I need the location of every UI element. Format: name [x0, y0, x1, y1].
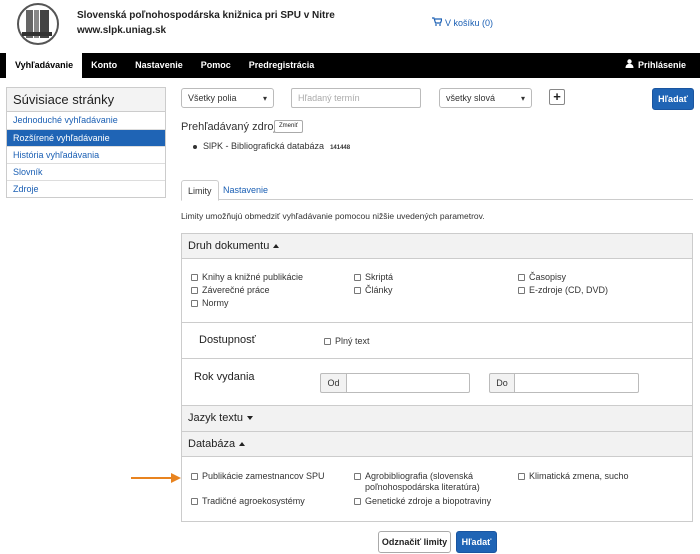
sidebar-title: Súvisiace stránky	[6, 87, 166, 112]
site-url: www.slpk.uniag.sk	[77, 25, 167, 36]
database-option[interactable]: Genetické zdroje a biopotraviny	[354, 496, 491, 507]
doc-type-option[interactable]: Články	[354, 285, 393, 296]
doc-type-option[interactable]: Skriptá	[354, 272, 393, 283]
checkbox[interactable]	[354, 287, 361, 294]
database-option[interactable]: Klimatická zmena, sucho	[518, 471, 629, 482]
source-name: SlPK - Bibliografická databáza	[203, 141, 325, 151]
pointer-arrow-icon	[131, 472, 181, 484]
nav-preregistration[interactable]: Predregistrácia	[240, 53, 324, 78]
library-logo[interactable]	[14, 2, 62, 46]
field-select-value: Všetky polia	[188, 93, 237, 103]
checkbox[interactable]	[518, 473, 525, 480]
nav-settings[interactable]: Nastavenie	[126, 53, 192, 78]
full-text-option[interactable]: Plný text	[324, 336, 370, 347]
checkbox[interactable]	[191, 274, 198, 281]
sidebar-list: Jednoduché vyhľadávanie Rozšírené vyhľad…	[6, 112, 166, 198]
database-option[interactable]: Agrobibliografia (slovenská poľnohospodá…	[354, 471, 504, 493]
checkbox[interactable]	[191, 287, 198, 294]
sidebar: Súvisiace stránky Jednoduché vyhľadávani…	[6, 87, 166, 198]
checkbox[interactable]	[354, 498, 361, 505]
doc-type-option[interactable]: Časopisy	[518, 272, 566, 283]
database-header[interactable]: Databáza	[182, 432, 692, 457]
checkbox[interactable]	[518, 274, 525, 281]
doc-type-option[interactable]: Knihy a knižné publikácie	[191, 272, 303, 283]
search-button[interactable]: Hľadať	[652, 88, 694, 110]
tab-bar: Limity Nastavenie	[181, 180, 693, 201]
login-label: Prihlásenie	[637, 60, 686, 70]
doc-type-option[interactable]: Záverečné práce	[191, 285, 270, 296]
cart-icon	[432, 17, 443, 28]
checkbox[interactable]	[354, 473, 361, 480]
database-title: Databáza	[188, 438, 245, 450]
sidebar-item-sources[interactable]: Zdroje	[7, 180, 165, 197]
source-count: 141448	[330, 145, 351, 151]
year-to-input[interactable]	[515, 373, 639, 393]
year-title: Rok vydania	[194, 371, 255, 383]
login-link[interactable]: Prihlásenie	[625, 53, 686, 78]
site-title: Slovenská poľnohospodárska knižnica pri …	[77, 10, 335, 21]
source-item: SlPK - Bibliografická databáza 141448	[193, 141, 350, 151]
doc-type-title: Druh dokumentu	[188, 240, 279, 252]
doc-type-header[interactable]: Druh dokumentu	[182, 234, 692, 259]
checkbox[interactable]	[191, 473, 198, 480]
cart-link[interactable]: V košíku (0)	[432, 17, 493, 28]
year-from-label: Od	[320, 373, 347, 393]
language-header[interactable]: Jazyk textu	[182, 406, 692, 431]
main-nav: Vyhľadávanie Konto Nastavenie Pomoc Pred…	[0, 53, 700, 78]
change-source-button[interactable]: Zmeniť	[274, 120, 303, 133]
year-from-input[interactable]	[347, 373, 470, 393]
doc-type-option[interactable]: Normy	[191, 298, 229, 309]
source-label: Prehľadávaný zdroj	[181, 121, 276, 133]
checkbox[interactable]	[518, 287, 525, 294]
checkbox[interactable]	[191, 300, 198, 307]
chevron-down-icon: ▾	[520, 94, 525, 103]
sidebar-item-simple-search[interactable]: Jednoduché vyhľadávanie	[7, 112, 165, 129]
checkbox[interactable]	[191, 498, 198, 505]
tab-limits[interactable]: Limity	[181, 180, 219, 201]
language-title: Jazyk textu	[188, 412, 253, 424]
sidebar-item-advanced-search[interactable]: Rozšírené vyhľadávanie	[7, 129, 165, 146]
nav-help[interactable]: Pomoc	[192, 53, 240, 78]
doc-type-option[interactable]: E-zdroje (CD, DVD)	[518, 285, 608, 296]
user-icon	[625, 53, 634, 78]
clear-limits-button[interactable]: Odznačiť limity	[378, 531, 451, 553]
database-option[interactable]: Tradičné agroekosystémy	[191, 496, 305, 507]
nav-search[interactable]: Vyhľadávanie	[6, 53, 83, 78]
sidebar-item-search-history[interactable]: História vyhľadávania	[7, 146, 165, 163]
language-panel: Jazyk textu	[181, 405, 693, 432]
limits-description: Limity umožňujú obmedziť vyhľadávanie po…	[181, 211, 485, 221]
availability-panel	[181, 322, 693, 359]
availability-title: Dostupnosť	[199, 334, 256, 346]
checkbox[interactable]	[324, 338, 331, 345]
search-term-input[interactable]: Hľadaný termín	[291, 88, 421, 108]
tab-settings[interactable]: Nastavenie	[217, 180, 274, 201]
field-select[interactable]: Všetky polia ▾	[181, 88, 274, 108]
cart-label: V košíku (0)	[445, 17, 494, 28]
add-row-button[interactable]: +	[549, 89, 565, 105]
site-header: Slovenská poľnohospodárska knižnica pri …	[77, 8, 335, 38]
chevron-down-icon: ▾	[262, 94, 267, 103]
search-submit-button[interactable]: Hľadať	[456, 531, 497, 553]
checkbox[interactable]	[354, 274, 361, 281]
match-mode-select[interactable]: všetky slová ▾	[439, 88, 532, 108]
year-to-label: Do	[489, 373, 515, 393]
database-option[interactable]: Publikácie zamestnancov SPU	[191, 471, 325, 482]
bullet-icon	[193, 144, 197, 149]
match-mode-value: všetky slová	[446, 93, 496, 103]
sidebar-item-dictionary[interactable]: Slovník	[7, 163, 165, 180]
nav-account[interactable]: Konto	[82, 53, 126, 78]
